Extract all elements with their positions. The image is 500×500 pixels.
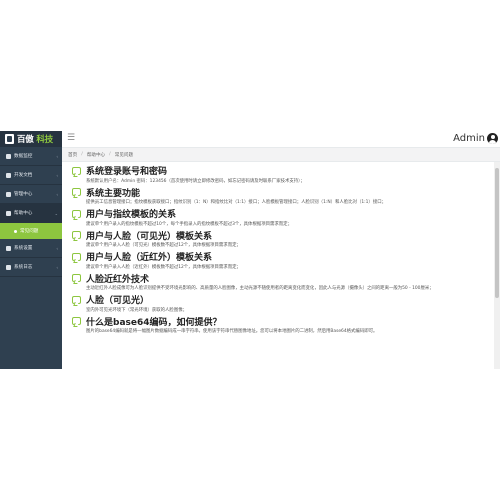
faq-item: 用户与人脸（可见光）模板关系 建议单个用户录入人脸（可见光）模板数不超过12个，…	[72, 229, 494, 248]
brand-logo[interactable]: 百傲 科技	[0, 131, 62, 147]
top-bar: ☰ Admin	[62, 131, 500, 148]
breadcrumb: 首页 / 帮助中心 / 常见问题	[62, 148, 500, 162]
help-icon	[6, 210, 11, 216]
faq-item: 人脸近红外技术 主动近红外人脸成像可为人脸识别提供不受环境光影响的、高质量的人脸…	[72, 272, 494, 291]
chat-bubble-icon	[72, 231, 81, 239]
monitor-icon	[6, 153, 11, 159]
faq-item: 系统主要功能 提供员工信息管理接口；指纹模板获取接口；指纹识别（1：N）和指纹比…	[72, 186, 494, 205]
faq-item: 人脸（可见光） 室内外可见光环境下（常光环境）获取的人脸图像；	[72, 294, 494, 313]
chevron-left-icon: ‹	[56, 264, 58, 270]
breadcrumb-home[interactable]: 首页	[68, 152, 77, 158]
faq-question: 人脸（可见光）	[86, 296, 150, 306]
breadcrumb-separator: /	[109, 152, 111, 157]
sidebar-item-label: 系统日志	[14, 265, 33, 270]
user-name[interactable]: Admin	[453, 133, 485, 144]
chat-bubble-icon	[72, 295, 81, 304]
hamburger-menu-icon[interactable]: ☰	[67, 134, 75, 143]
faq-answer: 主动近红外人脸成像可为人脸识别提供不受环境光影响的、高质量的人脸图像，主动光源不…	[86, 286, 434, 291]
user-avatar-icon[interactable]	[487, 133, 498, 144]
breadcrumb-help-center[interactable]: 帮助中心	[87, 152, 105, 158]
faq-answer: 建议单个用户录入的指纹模板不超过10个，每个手指录入的指纹模板不超过3个，具体根…	[86, 221, 292, 227]
document-icon	[6, 172, 11, 178]
faq-question: 什么是base64编码，如何提供？	[86, 317, 222, 328]
breadcrumb-current: 常见问题	[114, 152, 134, 158]
chat-bubble-icon	[72, 209, 81, 218]
faq-question: 用户与人脸（可见光）模板关系	[86, 231, 213, 242]
sidebar-item-label: 管理中心	[14, 192, 33, 197]
sidebar-item-docs[interactable]: 开发文档 ‹	[0, 166, 62, 185]
app-window: 百傲 科技 数据监控 ‹ 开发文档 ‹ 管理中心 ‹ 帮助中心 ⌄ 常见问题 系…	[0, 131, 500, 369]
faq-question: 用户与指纹模板的关系	[86, 210, 177, 220]
sidebar-item-label: 系统设置	[14, 246, 33, 251]
logo-icon	[5, 134, 14, 144]
chat-bubble-icon	[72, 252, 81, 261]
chat-bubble-icon	[72, 317, 81, 325]
chat-bubble-icon	[72, 188, 81, 196]
sidebar-subitem-faq[interactable]: 常见问题	[0, 223, 62, 239]
chevron-left-icon: ‹	[56, 191, 58, 197]
log-icon	[6, 264, 11, 270]
faq-answer: 图片的base64编码就是将一幅图片数据编码成一串字符串，使用该字符串代替图像地…	[86, 329, 378, 334]
faq-question: 人脸近红外技术	[86, 274, 150, 285]
chevron-left-icon: ‹	[56, 172, 58, 178]
sidebar-item-logs[interactable]: 系统日志 ‹	[0, 258, 62, 277]
chat-bubble-icon	[72, 274, 81, 282]
settings-icon	[6, 245, 11, 251]
faq-item: 系统登录账号和密码 系统默认用户名：Admin 密码：123456（首次使用时请…	[72, 165, 494, 184]
brand-name-part2: 科技	[36, 135, 53, 145]
sidebar-item-label: 帮助中心	[14, 211, 33, 216]
sidebar-item-label: 数据监控	[14, 154, 33, 159]
sidebar-item-monitor[interactable]: 数据监控 ‹	[0, 147, 62, 166]
sidebar-subitem-label: 常见问题	[20, 229, 39, 234]
faq-item: 用户与人脸（近红外）模板关系 建议单个用户录入人脸（近红外）模板数不超过12个，…	[72, 251, 494, 270]
faq-item: 什么是base64编码，如何提供？ 图片的base64编码就是将一幅图片数据编码…	[72, 315, 494, 334]
faq-answer: 室内外可见光环境下（常光环境）获取的人脸图像；	[86, 307, 187, 313]
content-scrollbar[interactable]	[494, 162, 500, 369]
breadcrumb-separator: /	[81, 152, 83, 157]
management-icon	[6, 191, 11, 197]
faq-content: 系统登录账号和密码 系统默认用户名：Admin 密码：123456（首次使用时请…	[62, 162, 494, 369]
faq-item: 用户与指纹模板的关系 建议单个用户录入的指纹模板不超过10个，每个手指录入的指纹…	[72, 208, 494, 227]
faq-answer: 建议单个用户录入人脸（可见光）模板数不超过12个，具体根据项目需求而定；	[86, 243, 241, 248]
chevron-left-icon: ‹	[56, 245, 58, 251]
faq-question: 用户与人脸（近红外）模板关系	[86, 253, 213, 263]
chevron-left-icon: ‹	[56, 153, 58, 159]
faq-answer: 系统默认用户名：Admin 密码：123456（首次使用时请立即修改密码，如忘记…	[86, 178, 305, 184]
sidebar: 百傲 科技 数据监控 ‹ 开发文档 ‹ 管理中心 ‹ 帮助中心 ⌄ 常见问题 系…	[0, 131, 62, 369]
scrollbar-thumb[interactable]	[495, 168, 499, 298]
faq-answer: 建议单个用户录入人脸（近红外）模板数不超过12个，具体根据项目需求而定；	[86, 264, 241, 270]
brand-name-part1: 百傲	[17, 135, 34, 145]
sidebar-item-settings[interactable]: 系统设置 ‹	[0, 239, 62, 258]
sidebar-item-help[interactable]: 帮助中心 ⌄	[0, 204, 62, 223]
faq-answer: 提供员工信息管理接口；指纹模板获取接口；指纹识别（1：N）和指纹比对（1:1）接…	[86, 200, 386, 205]
faq-question: 系统主要功能	[86, 188, 141, 199]
chevron-down-icon: ⌄	[54, 210, 58, 216]
chat-bubble-icon	[72, 166, 81, 175]
sidebar-item-management[interactable]: 管理中心 ‹	[0, 185, 62, 204]
bullet-icon	[14, 229, 17, 233]
sidebar-item-label: 开发文档	[14, 173, 33, 178]
faq-question: 系统登录账号和密码	[86, 167, 168, 177]
